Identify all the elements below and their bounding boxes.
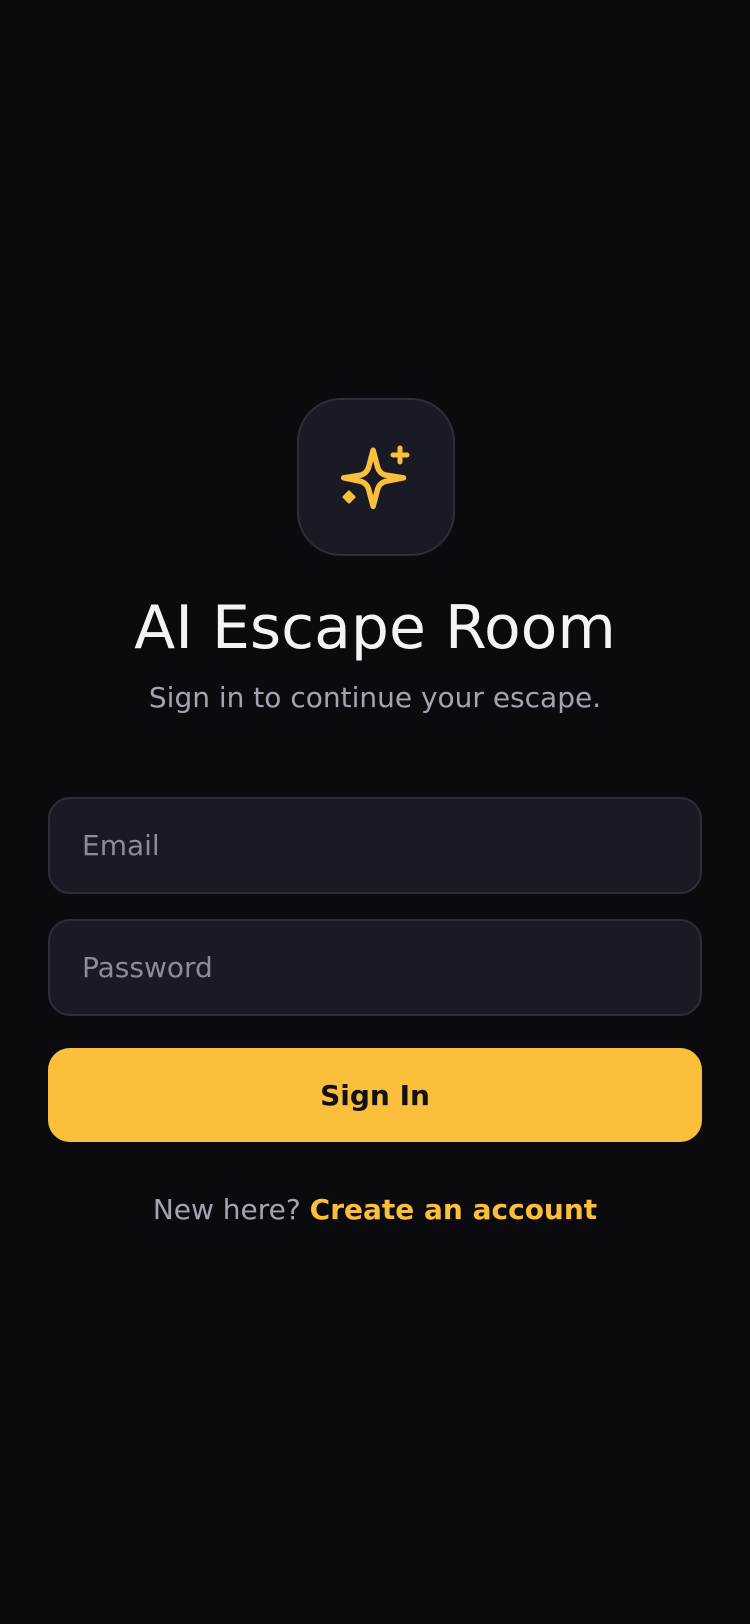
password-field[interactable] xyxy=(48,919,702,1016)
sparkles-icon xyxy=(340,445,410,510)
page-subtitle: Sign in to continue your escape. xyxy=(148,681,602,714)
email-field[interactable] xyxy=(48,797,702,894)
app-logo xyxy=(297,398,455,556)
app-title: AI Escape Room xyxy=(134,593,616,663)
signup-prompt-text: New here? xyxy=(152,1193,310,1226)
signup-prompt: New here? Create an account xyxy=(0,1190,750,1230)
sign-in-button[interactable]: Sign In xyxy=(48,1048,702,1142)
create-account-link[interactable]: Create an account xyxy=(310,1193,598,1226)
sign-in-screen: AI Escape Room Sign in to continue your … xyxy=(0,0,750,1624)
